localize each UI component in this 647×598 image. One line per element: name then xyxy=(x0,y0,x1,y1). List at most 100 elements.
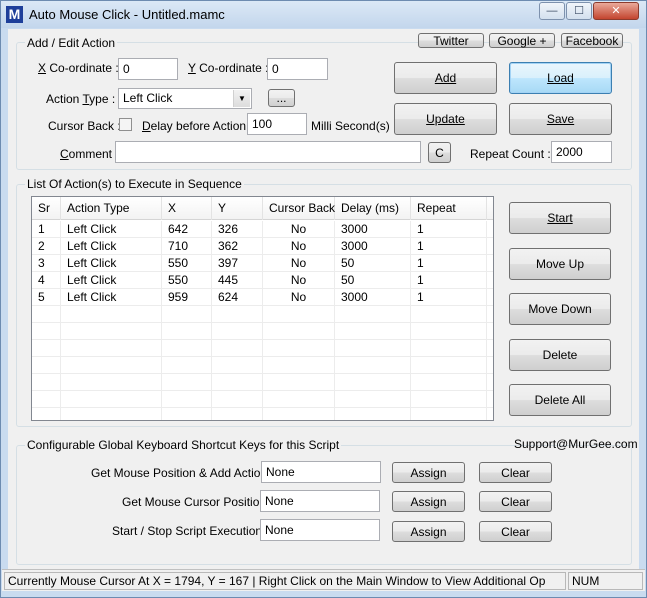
delay-input[interactable]: 100 xyxy=(247,113,307,135)
more-options-button[interactable]: ... xyxy=(268,89,295,107)
cell-y xyxy=(212,374,263,391)
twitter-link[interactable]: Twitter xyxy=(418,33,484,48)
cell-x xyxy=(162,374,212,391)
cell-cursor-back: No xyxy=(263,221,335,238)
column-header-x[interactable]: X xyxy=(162,197,212,220)
repeat-count-input[interactable]: 2000 xyxy=(551,141,612,163)
cell-repeat xyxy=(411,374,487,391)
shortcut-label-cursor-position: Get Mouse Cursor Position : xyxy=(122,495,273,509)
cell-sr: 1 xyxy=(32,221,61,238)
assign-button-add-action[interactable]: Assign xyxy=(392,462,465,483)
clear-button-start-stop[interactable]: Clear xyxy=(479,521,552,542)
start-button[interactable]: Start xyxy=(509,202,611,234)
cell-action-type xyxy=(61,408,162,420)
action-list-group-title: List Of Action(s) to Execute in Sequence xyxy=(25,177,244,191)
status-message: Currently Mouse Cursor At X = 1794, Y = … xyxy=(4,572,566,590)
column-header-repeat[interactable]: Repeat xyxy=(411,197,487,220)
cell-action-type xyxy=(61,306,162,323)
cell-repeat xyxy=(411,408,487,420)
google-plus-link[interactable]: Google + xyxy=(489,33,555,48)
table-row[interactable]: 4 Left Click 550 445 No 50 1 xyxy=(32,272,493,289)
cell-sr xyxy=(32,340,61,357)
support-email-link[interactable]: Support@MurGee.com xyxy=(514,437,638,451)
cell-y xyxy=(212,323,263,340)
assign-button-cursor-position[interactable]: Assign xyxy=(392,491,465,512)
y-coordinate-input[interactable]: 0 xyxy=(267,58,328,80)
action-type-select[interactable]: Left Click ▼ xyxy=(118,88,252,109)
cell-sr xyxy=(32,357,61,374)
empty-row xyxy=(32,323,493,340)
column-header-y[interactable]: Y xyxy=(212,197,263,220)
cell-x xyxy=(162,357,212,374)
load-button[interactable]: Load xyxy=(509,62,612,94)
cell-action-type: Left Click xyxy=(61,238,162,255)
cell-repeat xyxy=(411,357,487,374)
cell-delay: 3000 xyxy=(335,238,411,255)
cell-x xyxy=(162,306,212,323)
action-list[interactable]: Sr Action Type X Y Cursor Back Delay (ms) Repe… xyxy=(31,196,494,421)
close-button[interactable]: ✕ xyxy=(593,2,639,20)
shortcut-input-cursor-position[interactable]: None xyxy=(260,490,380,512)
cell-x xyxy=(162,323,212,340)
column-header-cursor-back[interactable]: Cursor Back xyxy=(263,197,335,220)
cell-y: 624 xyxy=(212,289,263,306)
clear-comment-button[interactable]: C xyxy=(428,142,451,163)
window-title: Auto Mouse Click - Untitled.mamc xyxy=(29,7,225,22)
table-row[interactable]: 3 Left Click 550 397 No 50 1 xyxy=(32,255,493,272)
cell-delay xyxy=(335,374,411,391)
cell-sr: 3 xyxy=(32,255,61,272)
table-row[interactable]: 5 Left Click 959 624 No 3000 1 xyxy=(32,289,493,306)
cell-cursor-back: No xyxy=(263,238,335,255)
cell-delay: 50 xyxy=(335,255,411,272)
column-header-action-type[interactable]: Action Type xyxy=(61,197,162,220)
facebook-link[interactable]: Facebook xyxy=(561,33,623,48)
cell-repeat: 1 xyxy=(411,255,487,272)
add-button[interactable]: Add xyxy=(394,62,497,94)
delay-label: Delay before Action : xyxy=(142,119,253,133)
update-button[interactable]: Update xyxy=(394,103,497,135)
shortcut-input-start-stop[interactable]: None xyxy=(260,519,380,541)
assign-button-start-stop[interactable]: Assign xyxy=(392,521,465,542)
delete-button[interactable]: Delete xyxy=(509,339,611,371)
cell-y: 445 xyxy=(212,272,263,289)
delete-all-button[interactable]: Delete All xyxy=(509,384,611,416)
cell-cursor-back xyxy=(263,391,335,408)
cell-cursor-back xyxy=(263,340,335,357)
cell-cursor-back xyxy=(263,306,335,323)
main-window: M Auto Mouse Click - Untitled.mamc — ☐ ✕… xyxy=(0,0,647,598)
repeat-count-label: Repeat Count : xyxy=(470,147,551,161)
cell-y: 362 xyxy=(212,238,263,255)
comment-input[interactable] xyxy=(115,141,421,163)
empty-row xyxy=(32,340,493,357)
move-down-button[interactable]: Move Down xyxy=(509,293,611,325)
cell-x: 550 xyxy=(162,255,212,272)
cell-action-type xyxy=(61,340,162,357)
cell-delay xyxy=(335,391,411,408)
title-bar[interactable]: M Auto Mouse Click - Untitled.mamc — ☐ ✕ xyxy=(1,1,646,28)
maximize-button[interactable]: ☐ xyxy=(566,2,592,20)
table-row[interactable]: 1 Left Click 642 326 No 3000 1 xyxy=(32,221,493,238)
cell-cursor-back: No xyxy=(263,272,335,289)
cell-delay: 3000 xyxy=(335,221,411,238)
empty-row xyxy=(32,374,493,391)
shortcut-label-start-stop: Start / Stop Script Execution : xyxy=(112,524,269,538)
shortcut-input-add-action[interactable]: None xyxy=(261,461,381,483)
move-up-button[interactable]: Move Up xyxy=(509,248,611,280)
column-header-delay[interactable]: Delay (ms) xyxy=(335,197,411,220)
chevron-down-icon[interactable]: ▼ xyxy=(233,90,250,107)
save-button[interactable]: Save xyxy=(509,103,612,135)
x-coordinate-input[interactable]: 0 xyxy=(118,58,178,80)
cell-x xyxy=(162,408,212,420)
cell-sr xyxy=(32,306,61,323)
cell-cursor-back: No xyxy=(263,255,335,272)
cell-y xyxy=(212,408,263,420)
cell-cursor-back xyxy=(263,357,335,374)
cursor-back-checkbox[interactable] xyxy=(119,118,132,131)
clear-button-add-action[interactable]: Clear xyxy=(479,462,552,483)
minimize-button[interactable]: — xyxy=(539,2,565,20)
cell-cursor-back xyxy=(263,408,335,420)
clear-button-cursor-position[interactable]: Clear xyxy=(479,491,552,512)
cell-x: 550 xyxy=(162,272,212,289)
table-row[interactable]: 2 Left Click 710 362 No 3000 1 xyxy=(32,238,493,255)
column-header-sr[interactable]: Sr xyxy=(32,197,61,220)
